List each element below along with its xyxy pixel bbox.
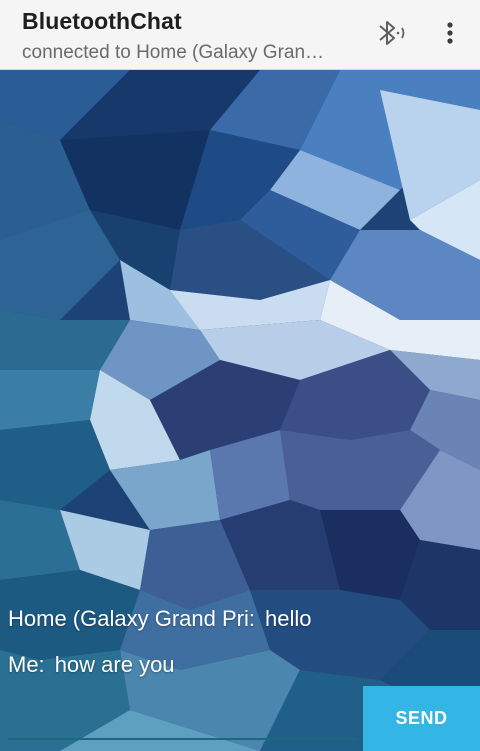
message-text: hello bbox=[264, 606, 312, 631]
overflow-menu-icon bbox=[447, 22, 453, 44]
message-text: how are you bbox=[54, 652, 175, 677]
input-underline bbox=[8, 738, 357, 740]
bluetooth-icon bbox=[379, 21, 405, 45]
message-composer: SEND bbox=[0, 686, 480, 751]
app-title: BluetoothChat bbox=[22, 8, 182, 34]
connection-status: connected to Home (Galaxy Gran… bbox=[22, 42, 325, 63]
bluetooth-discover-button[interactable] bbox=[372, 16, 412, 50]
send-button[interactable]: SEND bbox=[363, 686, 480, 751]
message-input[interactable] bbox=[0, 686, 362, 751]
message-sender: Me: bbox=[8, 652, 45, 677]
message-sender: Home (Galaxy Grand Pri: bbox=[8, 606, 255, 631]
overflow-menu-button[interactable] bbox=[436, 16, 464, 50]
action-bar: BluetoothChat connected to Home (Galaxy … bbox=[0, 0, 480, 70]
conversation-list: Home (Galaxy Grand Pri: hello Me: how are … bbox=[0, 600, 480, 692]
message-item: Home (Galaxy Grand Pri: hello bbox=[0, 600, 480, 646]
